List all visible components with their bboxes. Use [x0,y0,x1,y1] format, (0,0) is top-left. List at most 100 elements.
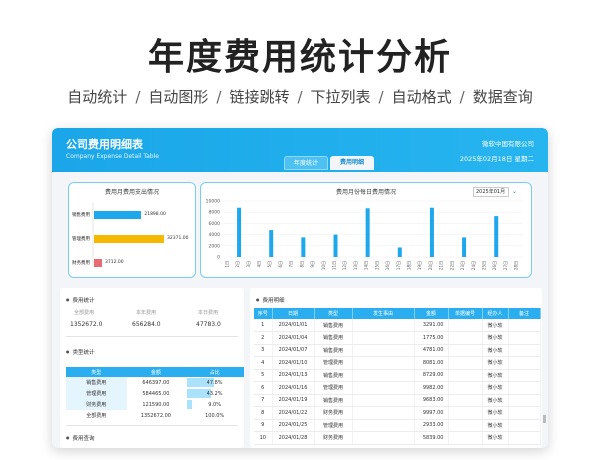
table-cell: 管理费用 [314,381,353,395]
table-cell: 销售费用 [314,319,353,332]
table-cell: 2024/01/10 [272,356,315,370]
feature-separator: / [297,88,303,106]
x-tick-label: 25日 [482,261,487,270]
table-row: 5 2024/01/13 销售费用 8729.00 微小软 [254,369,541,382]
table-cell [508,369,541,382]
table-cell: 微小软 [482,369,509,382]
feature-separator: / [378,88,384,106]
table-cell [352,319,415,332]
detail-panel: 费用明细 序号日期类型发生事由金额单据编号经办人备注 12024/01/01销售… [250,288,542,448]
y-tick-label: 6000 [209,221,221,227]
type-col-header: 类型 [66,367,127,377]
table-cell [352,406,415,420]
type-bar-label: 管理费用 [72,237,90,242]
company-name: 微软中国有限公司 [482,140,534,148]
tab-annual-stats[interactable]: 年度统计 [284,156,328,170]
type-cell: 财务费用 [66,399,127,410]
table-cell: 9 [254,419,273,432]
detail-col-header: 金额 [414,308,449,319]
table-cell [508,406,541,420]
pct-cell: 100.0% [185,410,244,421]
feature-item: 下拉列表 [310,88,371,106]
x-tick-label: 28日 [514,261,519,270]
pct-text: 43.2% [206,390,223,397]
type-stats-table: 类型 金额 占比 销售费用 646397.00 47.8% 管理费用 584465.00… [66,367,244,421]
x-tick-label: 7日 [289,261,294,268]
table-cell [508,419,541,432]
x-tick-label: 4日 [257,261,262,268]
daily-bar [333,234,338,257]
y-tick-label: 8000 [209,210,221,216]
x-tick-label: 27日 [503,261,508,270]
pct-text: 9.0% [208,401,221,408]
x-tick-label: 26日 [492,261,497,270]
amount-cell: 121590.00 [142,401,170,408]
x-tick-label: 11日 [332,261,337,270]
table-cell [448,344,483,357]
table-cell: 微小软 [482,319,509,332]
feature-item: 自动格式 [391,88,452,106]
detail-col-header: 日期 [272,308,315,319]
table-cell [352,356,415,370]
table-cell [448,369,483,382]
table-cell [448,356,483,370]
x-tick-label: 13日 [353,261,358,270]
table-cell: 5839.00 [414,431,449,445]
table-row: 10 2024/01/28 财务费用 5839.00 微小软 [254,431,541,445]
pct-cell: 9.0% [185,399,244,410]
table-cell [508,381,541,395]
table-cell: 微小软 [482,431,509,445]
amount-cell: 584465.00 [142,390,170,397]
table-cell [448,394,483,407]
table-cell: 7 [254,394,273,407]
table-row: 3 2024/01/07 销售费用 4781.00 微小软 [254,344,541,357]
table-cell [508,344,541,357]
detail-table: 序号 日期 类型 发生事由 金额 单据编号 经办人 备注 1 2024/01/01 销售费用 329… [254,308,541,445]
x-tick-label: 1日 [224,261,229,268]
type-stats-row: 全部费用 1352672.00 100.0% [66,410,244,421]
table-cell [448,319,483,332]
table-cell: 8081.00 [414,356,449,370]
table-cell: 2024/01/28 [272,431,315,445]
table-cell [352,331,415,345]
table-cell: 销售费用 [314,369,353,382]
table-cell [352,369,415,382]
table-cell: 财务费用 [314,406,353,420]
table-row: 9 2024/01/25 管理费用 2933.00 微小软 [254,419,541,432]
table-cell: 微小软 [482,406,509,420]
table-cell: 2024/01/19 [272,394,315,407]
type-stats-row: 销售费用 646397.00 47.8% [66,377,244,388]
table-cell: 9683.00 [414,394,449,407]
table-row: 2 2024/01/04 销售费用 1775.00 微小软 [254,331,541,345]
x-tick-label: 22日 [449,261,454,270]
daily-bar [462,237,467,257]
table-cell: 1775.00 [414,331,449,345]
x-tick-label: 23日 [460,261,465,270]
table-cell: 9997.00 [414,406,449,420]
table-cell [448,419,483,432]
table-cell: 微小软 [482,344,509,357]
detail-title: 费用明细 [256,296,285,304]
stat-header-year: 本年费用 [136,310,157,316]
x-tick-label: 5日 [267,261,272,268]
query-title: 费用查询 [66,434,95,442]
type-stats-row: 财务费用 121590.00 9.0% [66,399,244,410]
scrollbar[interactable] [543,415,546,423]
hero-title: 年度费用统计分析 [147,37,452,78]
table-cell: 2024/01/25 [272,419,315,432]
type-bar-label: 财务费用 [72,261,90,266]
spreadsheet-window: 公司费用明细表 Company Expense Detail Table 微软中… [52,128,548,448]
table-row: 4 2024/01/10 管理费用 8081.00 微小软 [254,356,541,370]
detail-col-header: 序号 [254,308,273,319]
pct-cell: 43.2% [185,388,244,399]
x-tick-label: 3日 [246,261,251,268]
feature-separator: / [459,88,465,106]
tab-expense-detail[interactable]: 费用明细 [330,156,374,170]
x-tick-label: 10日 [321,261,326,270]
table-cell [508,356,541,370]
type-stats-title: 类型统计 [66,348,95,356]
table-cell: 4781.00 [414,344,449,357]
table-cell: 8729.00 [414,369,449,382]
daily-bar [237,207,242,257]
daily-bar [397,247,402,257]
